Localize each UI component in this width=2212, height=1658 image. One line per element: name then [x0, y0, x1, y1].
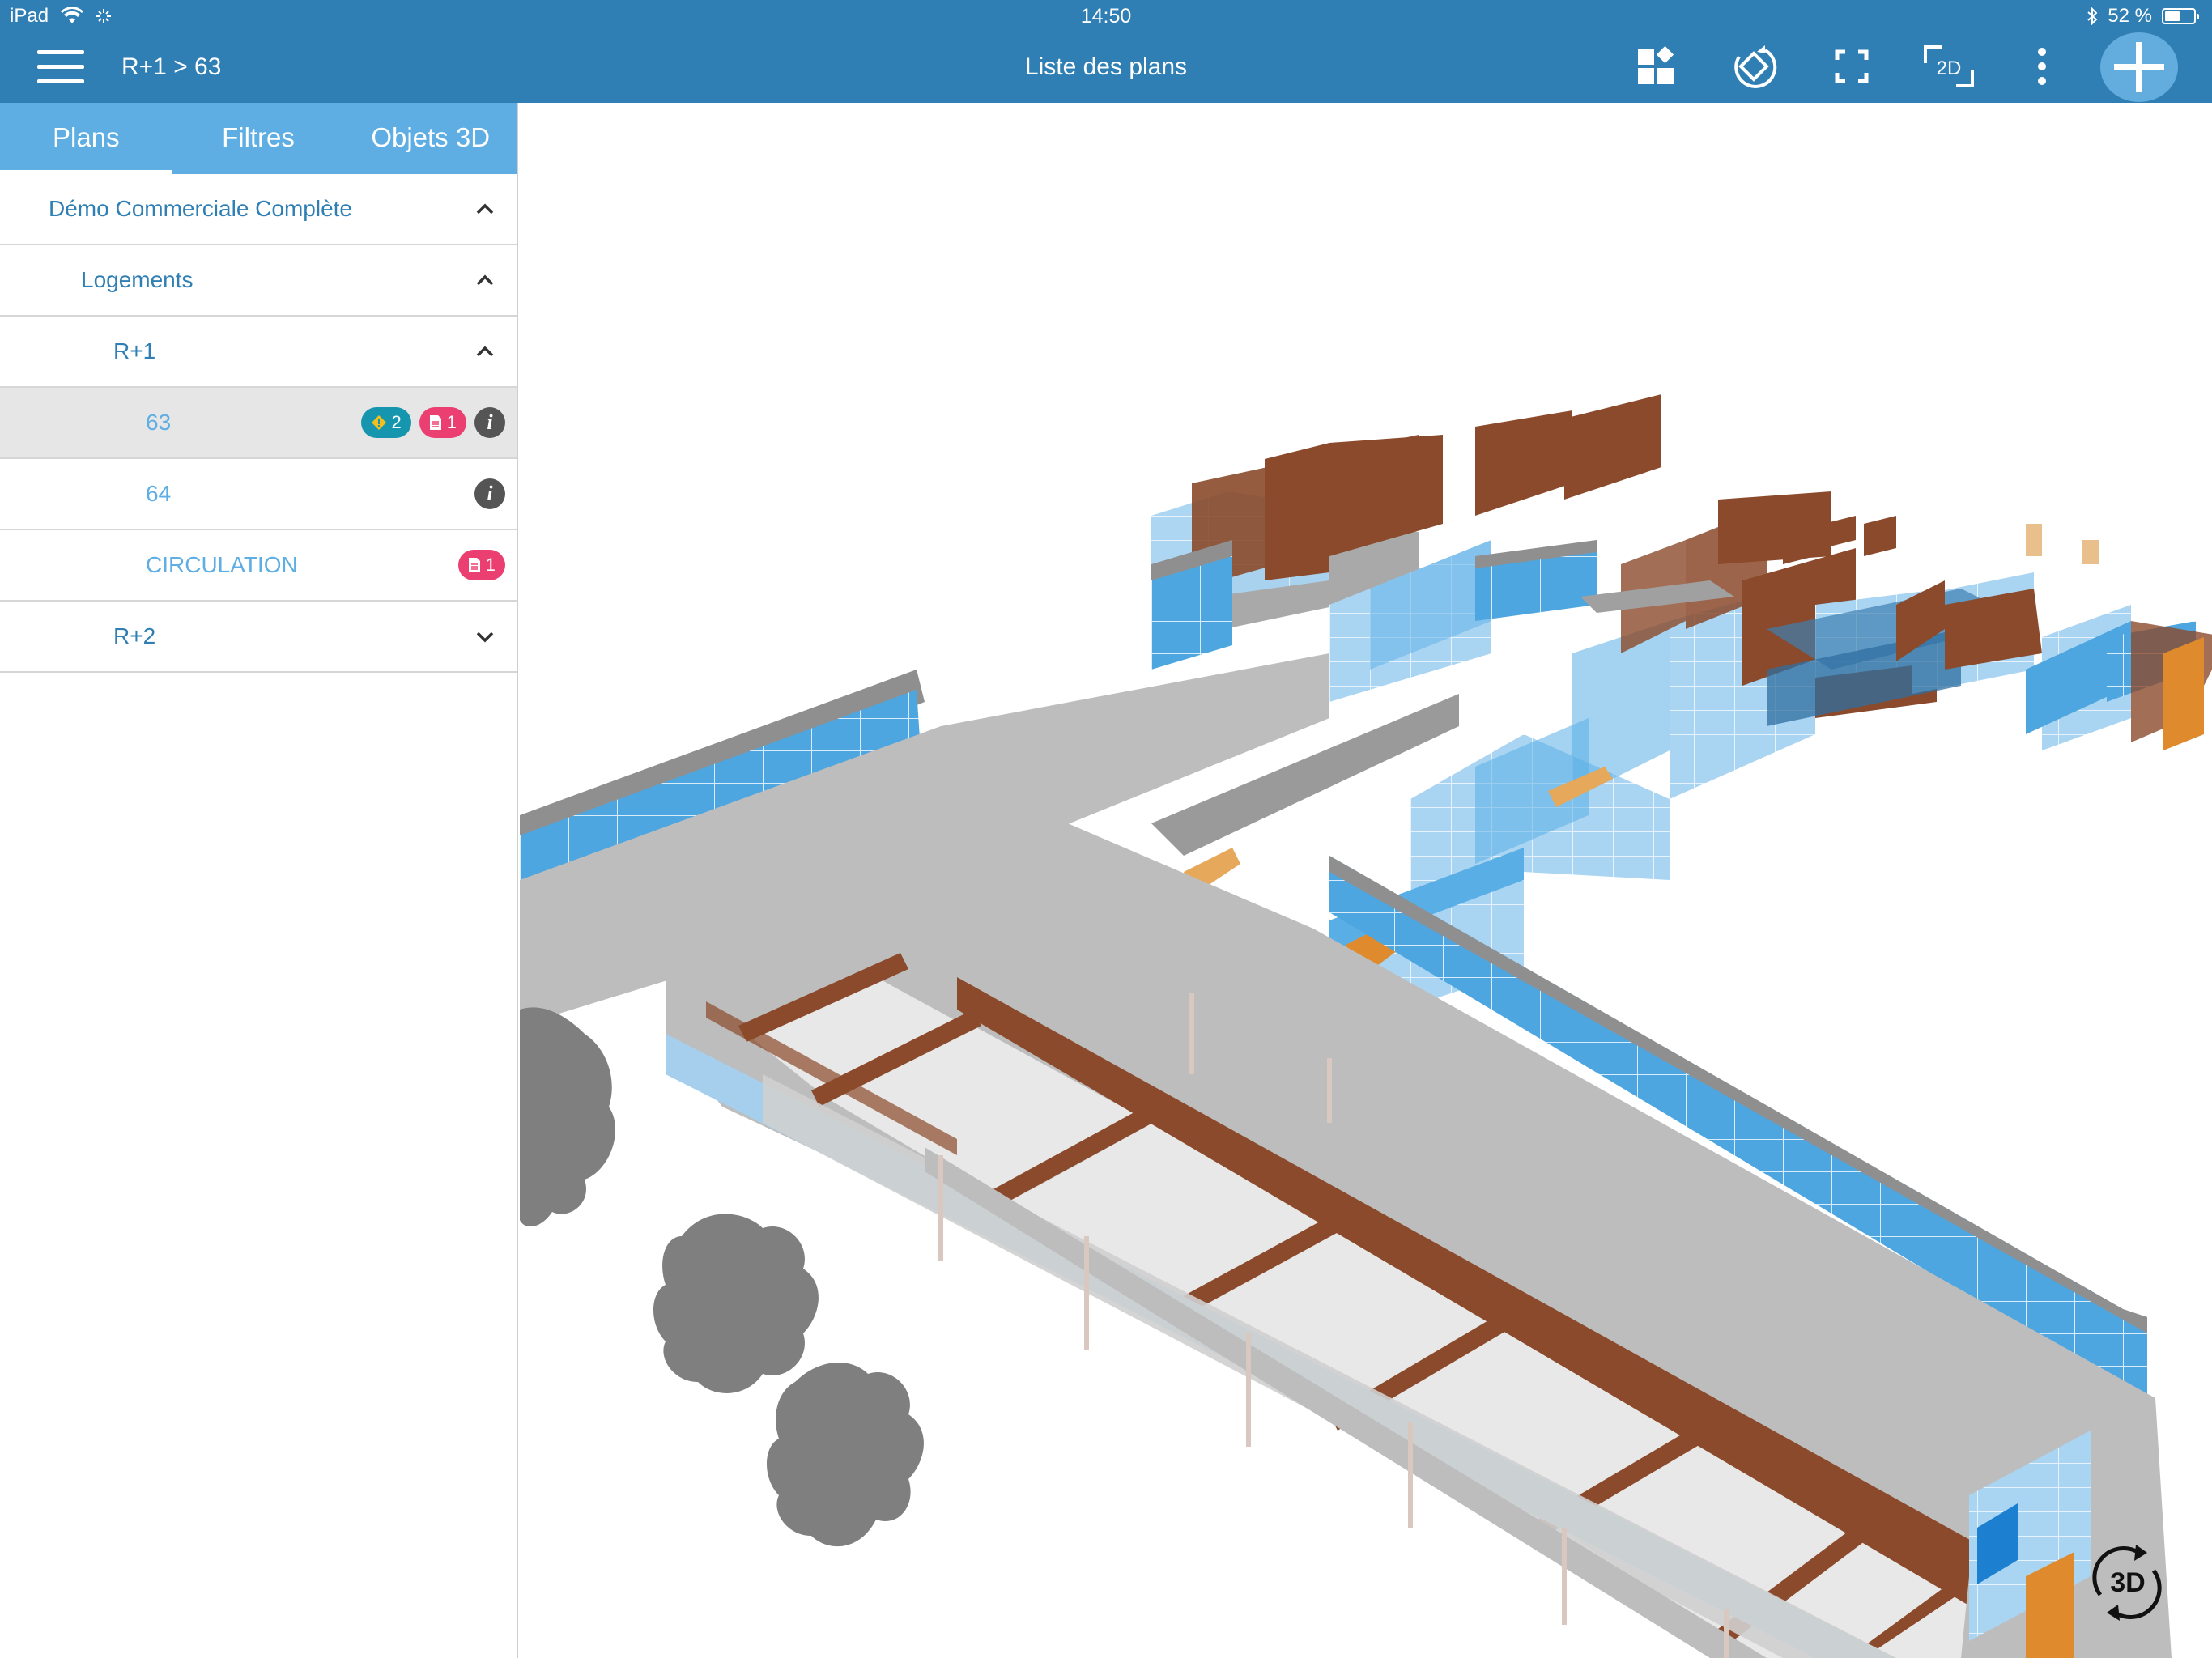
warning-icon — [371, 415, 386, 430]
chevron-up-icon[interactable] — [474, 198, 496, 219]
add-icon — [2114, 42, 2164, 92]
info-icon[interactable]: i — [474, 407, 505, 438]
tree-item-logements[interactable]: Logements — [0, 245, 517, 317]
model-3d-viewport[interactable]: 3D — [520, 103, 2212, 1658]
tree-item-label: R+2 — [113, 623, 156, 648]
add-button[interactable] — [2100, 32, 2178, 102]
document-icon — [468, 558, 480, 572]
status-time: 14:50 — [1080, 5, 1132, 28]
tree-item-63[interactable]: 63 2 1 i — [0, 388, 517, 459]
observation-badge[interactable]: 2 — [360, 407, 411, 438]
rotate-3d-icon: 3D — [2092, 1545, 2162, 1621]
document-badge[interactable]: 1 — [419, 407, 466, 438]
tab-objets-3d[interactable]: Objets 3D — [344, 103, 517, 174]
tree-item-label: 64 — [146, 481, 172, 506]
tree-item-r1[interactable]: R+1 — [0, 317, 517, 388]
more-icon[interactable] — [2016, 40, 2068, 92]
rotate-icon[interactable] — [1728, 40, 1780, 92]
building-3d-model[interactable] — [520, 103, 2212, 1658]
bluetooth-icon — [2087, 7, 2098, 25]
document-badge[interactable]: 1 — [457, 550, 505, 580]
lower-wing — [666, 783, 2172, 1658]
tree-item-label: CIRCULATION — [146, 552, 298, 577]
view-2d-icon[interactable]: 2D — [1919, 40, 1979, 92]
tab-plans[interactable]: Plans — [0, 103, 172, 174]
layers-icon[interactable] — [1631, 40, 1683, 92]
document-count: 1 — [485, 555, 496, 575]
battery-text: 52 % — [2108, 5, 2152, 27]
tree-item-project[interactable]: Démo Commerciale Complète — [0, 174, 517, 245]
view-3d-label: 3D — [2110, 1567, 2145, 1598]
chevron-up-icon[interactable] — [474, 341, 496, 362]
tree-item-label: Logements — [81, 267, 194, 292]
tree-item-circulation[interactable]: CIRCULATION 1 — [0, 530, 517, 602]
tree-item-label: R+1 — [113, 338, 156, 363]
view-3d-toggle[interactable]: 3D — [2082, 1538, 2172, 1627]
battery-icon — [2162, 8, 2199, 24]
observation-count: 2 — [391, 412, 402, 432]
status-right: 52 % — [2087, 5, 2199, 28]
fullscreen-icon[interactable] — [1826, 40, 1878, 92]
chevron-down-icon[interactable] — [474, 626, 496, 647]
badges: i — [474, 478, 505, 509]
battery-fill — [2165, 11, 2180, 21]
page-title: Liste des plans — [1024, 53, 1188, 80]
badges: 1 — [457, 550, 505, 580]
document-count: 1 — [446, 412, 457, 432]
sidebar-tabs: Plans Filtres Objets 3D — [0, 103, 517, 174]
chevron-up-icon[interactable] — [474, 270, 496, 291]
document-icon — [429, 415, 441, 430]
view-2d-label: 2D — [1937, 57, 1962, 79]
tree-item-label: Démo Commerciale Complète — [49, 196, 353, 221]
tree-item-r2[interactable]: R+2 — [0, 602, 517, 673]
tab-filtres[interactable]: Filtres — [172, 103, 345, 174]
info-icon[interactable]: i — [474, 478, 505, 509]
sidebar: Plans Filtres Objets 3D Démo Commerciale… — [0, 103, 518, 1658]
tree-item-64[interactable]: 64 i — [0, 459, 517, 530]
badges: 2 1 i — [360, 407, 505, 438]
tree-item-label: 63 — [146, 410, 172, 435]
top-bar: iPad 14:50 52 % R+1 > 63 Liste des plans — [0, 0, 2212, 103]
